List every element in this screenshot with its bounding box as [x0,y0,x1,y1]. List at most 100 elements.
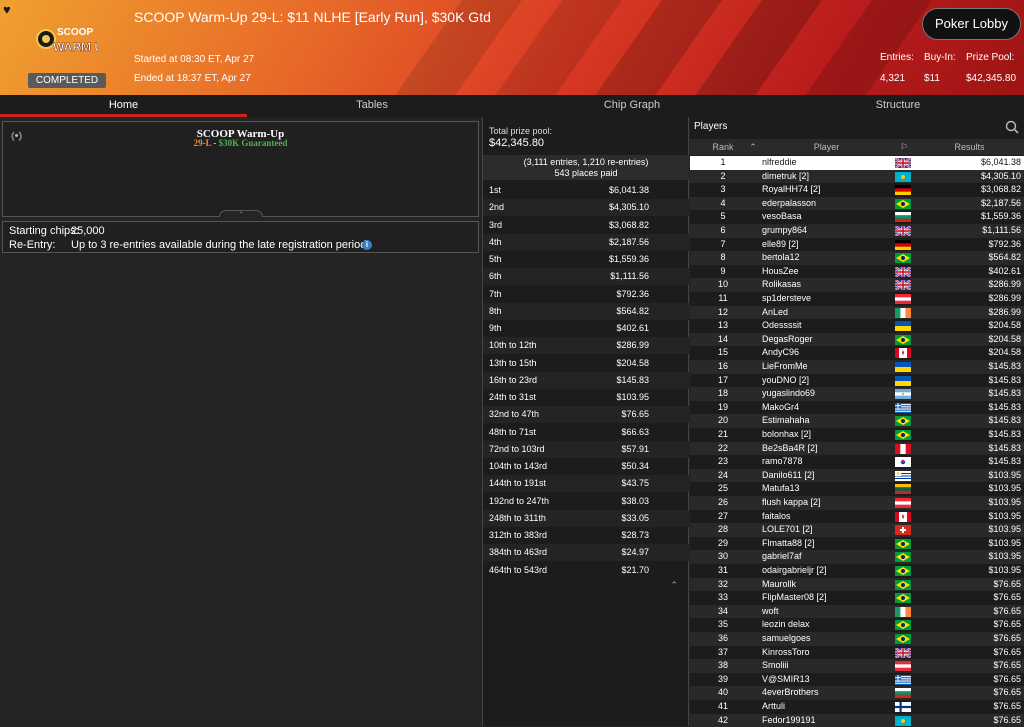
player-row[interactable]: 19 MakoGr4 $145.83 [690,401,1024,415]
player-row[interactable]: 22 Be2sBa4R [2] $145.83 [690,441,1024,456]
player-row[interactable]: 11 sp1dersteve $286.99 [690,292,1024,306]
player-row[interactable]: 7 elle89 [2] $792.36 [690,238,1024,252]
player-row[interactable]: 40 4everBrothers $76.65 [690,686,1024,700]
prize-place: 248th to 311th [489,512,546,523]
player-row[interactable]: 4 ederpalasson $2,187.56 [690,196,1024,211]
uk-flag-icon [895,158,911,168]
player-result: $145.83 [988,456,1021,467]
prize-amount: $145.83 [616,374,649,385]
player-row[interactable]: 2 dimetruk [2] $4,305.10 [690,169,1024,184]
player-row[interactable]: 15 AndyC96 $204.58 [690,346,1024,360]
player-result: $286.99 [988,293,1021,303]
player-row[interactable]: 39 V@SMIR13 $76.65 [690,673,1024,687]
player-name: FlipMaster08 [2] [762,592,827,603]
poker-lobby-button[interactable]: Poker Lobby [922,8,1021,40]
player-rank: 27 [717,510,728,521]
player-result: $145.83 [988,374,1021,385]
player-row[interactable]: 26 flush kappa [2] $103.95 [690,496,1024,510]
player-row[interactable]: 41 Arttuli $76.65 [690,700,1024,714]
player-row[interactable]: 38 Smoliii $76.65 [690,659,1024,673]
ar-flag-icon [895,389,911,400]
br-flag-icon [895,566,911,576]
tab-home[interactable]: Home [0,95,247,117]
places-paid-line: 543 places paid [554,168,618,178]
prize-place: 6th [489,271,502,282]
player-result: $286.99 [988,306,1021,317]
player-rank: 18 [717,388,728,399]
tab-tables[interactable]: Tables [247,95,497,117]
player-result: $76.65 [993,592,1021,603]
flag-column-icon[interactable]: ⚐ [893,139,915,155]
player-row[interactable]: 13 Odessssit $204.58 [690,319,1024,333]
entries-label: Entries: [880,52,914,63]
kr-flag-icon [895,457,911,468]
entries-value: 4,321 [880,73,906,84]
player-result: $76.65 [993,701,1021,711]
buyin-label: Buy-In: [924,52,956,63]
sort-chevron-icon[interactable]: ⌃ [746,139,760,155]
player-row[interactable]: 42 Fedor199191 $76.65 [690,713,1024,727]
player-row[interactable]: 3 RoyalHH74 [2] $3,068.82 [690,183,1024,197]
player-row[interactable]: 30 gabriel7af $103.95 [690,550,1024,564]
scroll-up-chevron-icon[interactable]: ⌃ [670,580,678,591]
player-row[interactable]: 25 Matufa13 $103.95 [690,482,1024,496]
player-result: $103.95 [988,565,1021,575]
tab-chip-graph[interactable]: Chip Graph [507,95,757,117]
player-row[interactable]: 12 AnLed $286.99 [690,305,1024,320]
player-column-header[interactable]: Player [760,139,893,155]
player-rank: 28 [717,524,728,535]
player-row[interactable]: 28 LOLE701 [2] $103.95 [690,523,1024,537]
player-row[interactable]: 14 DegasRoger $204.58 [690,332,1024,347]
player-row[interactable]: 6 grumpy864 $1,111.56 [690,224,1024,238]
prize-row: 144th to 191st $43.75 [483,475,689,493]
player-row[interactable]: 27 faitalos $103.95 [690,510,1024,524]
player-row[interactable]: 8 bertola12 $564.82 [690,251,1024,265]
player-row[interactable]: 31 odairgabrieljr [2] $103.95 [690,564,1024,578]
player-row[interactable]: 34 woft $76.65 [690,604,1024,619]
player-row[interactable]: 10 Rolikasas $286.99 [690,278,1024,292]
player-row[interactable]: 18 yugaslindo69 $145.83 [690,387,1024,401]
player-rank: 26 [717,497,728,507]
results-column-header[interactable]: Results [915,139,1024,155]
player-result: $76.65 [993,578,1021,589]
player-rank: 13 [717,320,728,331]
player-result: $145.83 [988,361,1021,371]
prize-place: 192nd to 247th [489,495,550,506]
player-name: flush kappa [2] [762,497,821,507]
player-row[interactable]: 1 nlfreddie $6,041.38 [690,156,1024,170]
player-row[interactable]: 23 ramo7878 $145.83 [690,455,1024,469]
player-row[interactable]: 37 KinrossToro $76.65 [690,646,1024,660]
search-icon[interactable] [1005,120,1019,134]
player-row[interactable]: 5 vesoBasa $1,559.36 [690,210,1024,224]
prize-row: 48th to 71st $66.63 [483,424,689,441]
player-name: V@SMIR13 [762,673,810,684]
player-name: bertola12 [762,252,800,263]
prize-panel: Total prize pool: $42,345.80 (3,111 entr… [482,117,689,726]
player-row[interactable]: 9 HousZee $402.61 [690,265,1024,279]
player-row[interactable]: 29 Flmatta88 [2] $103.95 [690,537,1024,551]
tab-structure[interactable]: Structure [772,95,1024,117]
player-name: Flmatta88 [2] [762,537,815,548]
prize-place: 5th [489,254,502,264]
player-row[interactable]: 36 samuelgoes $76.65 [690,632,1024,646]
player-row[interactable]: 17 youDNO [2] $145.83 [690,374,1024,388]
player-row[interactable]: 21 bolonhax [2] $145.83 [690,428,1024,442]
player-row[interactable]: 32 Maurollk $76.65 [690,577,1024,592]
player-row[interactable]: 20 Estimahaha $145.83 [690,414,1024,428]
player-row[interactable]: 16 LieFromMe $145.83 [690,360,1024,374]
prize-row: 24th to 31st $103.95 [483,389,689,406]
player-rank: 6 [720,225,726,235]
player-row[interactable]: 33 FlipMaster08 [2] $76.65 [690,591,1024,605]
prize-place: 384th to 463rd [489,547,548,558]
player-row[interactable]: 24 Danilo611 [2] $103.95 [690,468,1024,483]
player-row[interactable]: 35 leozin delax $76.65 [690,618,1024,632]
starting-chips-label: Starting chips: [9,225,79,237]
player-rank: 32 [717,578,728,589]
tournament-title: SCOOP Warm-Up 29-L: $11 NLHE [Early Run]… [134,9,491,25]
info-icon[interactable]: i [362,240,372,250]
collapse-handle[interactable]: ⌃ [219,210,263,218]
prize-place: 464th to 543rd [489,564,548,575]
buyin-value: $11 [924,73,940,84]
favorite-heart-icon[interactable]: ♥ [3,3,17,17]
player-name: Fedor199191 [762,714,816,725]
